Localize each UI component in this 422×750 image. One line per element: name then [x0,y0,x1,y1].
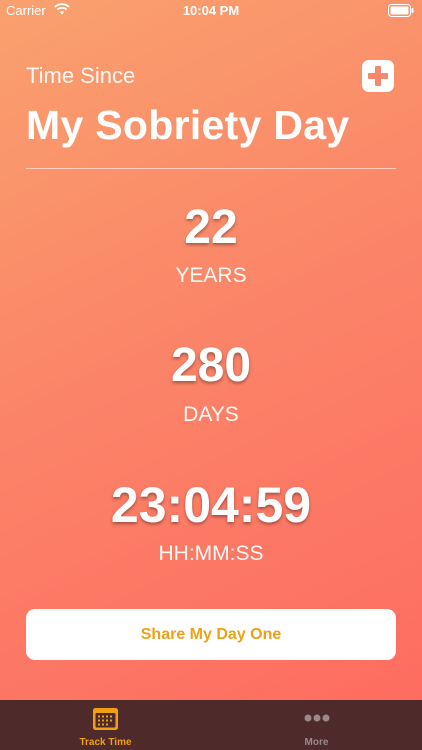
clock-value: 23:04:59 [110,477,312,533]
header-subtitle: Time Since [26,63,136,88]
calendar-icon [93,708,118,730]
years-label: YEARS [175,264,247,287]
tab-track-time[interactable]: Track Time [0,700,211,750]
status-bar: Carrier 10:04 PM [0,0,422,22]
tab-more[interactable]: More [211,700,422,750]
tab-track-time-label: Track Time [79,737,132,748]
battery-icon [388,4,414,17]
divider [26,168,396,169]
tab-bar: Track Time More [0,700,422,750]
days-value: 280 [170,339,252,392]
share-my-day-one-button[interactable]: Share My Day One [26,609,396,660]
years-value: 22 [184,201,238,254]
more-dots-icon [304,714,330,722]
status-time: 10:04 PM [182,3,240,18]
days-label: DAYS [183,403,239,426]
page-title: My Sobriety Day [26,102,350,148]
tab-more-label: More [304,737,329,748]
clock-label: HH:MM:SS [158,542,264,565]
add-button[interactable] [362,60,394,92]
